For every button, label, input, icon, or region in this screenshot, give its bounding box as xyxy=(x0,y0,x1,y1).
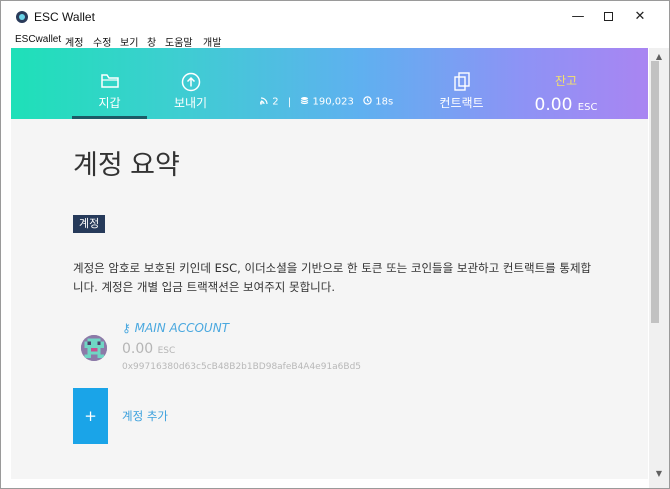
arrow-up-circle-icon xyxy=(181,72,200,92)
account-card[interactable]: ⚷ MAIN ACCOUNT 0.00 ESC 0x99716380d63c5c… xyxy=(81,319,461,379)
balance-unit: ESC xyxy=(577,102,598,113)
menu-window[interactable]: 창 xyxy=(147,34,156,49)
scroll-down-arrow[interactable]: ▼ xyxy=(649,469,669,478)
stack-icon xyxy=(300,97,312,108)
menu-bar: ESCwallet 계정 수정 보기 창 도움말 개발 xyxy=(1,33,669,49)
network-status: 2 | 190,023 18s xyxy=(259,96,394,108)
nav-send-tab[interactable]: 보내기 xyxy=(153,48,228,119)
header-bar: 지갑 보내기 2 | 190,023 18s 컨트랙트 잔고 0.00 ESC xyxy=(11,48,648,119)
balance-amount: 0.00 xyxy=(534,95,573,115)
total-balance: 잔고 0.00 ESC xyxy=(526,72,606,115)
add-account-row[interactable]: + 계정 추가 xyxy=(73,388,273,444)
app-window: ESC Wallet — ✕ ESCwallet 계정 수정 보기 창 도움말 … xyxy=(0,0,670,489)
nav-wallet-tab[interactable]: 지갑 xyxy=(72,48,147,119)
clock-icon xyxy=(363,96,375,108)
page-title: 계정 요약 xyxy=(73,150,180,180)
block-number: 190,023 xyxy=(312,96,354,108)
account-balance: 0.00 ESC xyxy=(122,341,175,357)
nav-contracts-tab[interactable]: 컨트랙트 xyxy=(424,48,499,119)
add-account-button[interactable]: + xyxy=(73,388,108,444)
account-name[interactable]: ⚷ MAIN ACCOUNT xyxy=(122,321,229,335)
menu-develop[interactable]: 개발 xyxy=(203,34,221,49)
menu-escwallet[interactable]: ESCwallet xyxy=(15,34,61,45)
maximize-button[interactable] xyxy=(593,7,623,27)
scroll-up-arrow[interactable]: ▲ xyxy=(649,52,669,61)
signal-icon xyxy=(259,97,272,108)
status-separator: | xyxy=(287,96,292,108)
maximize-icon xyxy=(603,12,613,21)
account-name-label: MAIN ACCOUNT xyxy=(134,321,230,335)
add-account-label[interactable]: 계정 추가 xyxy=(122,408,168,424)
block-time: 18s xyxy=(375,96,394,108)
nav-send-label: 보내기 xyxy=(173,96,208,110)
menu-help[interactable]: 도움말 xyxy=(165,34,193,49)
peer-count: 2 xyxy=(272,96,279,108)
window-title: ESC Wallet xyxy=(34,10,95,24)
vertical-scrollbar[interactable]: ▲ ▼ xyxy=(649,48,669,488)
folder-icon xyxy=(100,74,119,88)
app-logo-icon xyxy=(16,11,28,23)
accounts-description: 계정은 암호로 보호된 키인데 ESC, 이더소셜을 기반으로 한 토큰 또는 … xyxy=(73,261,592,294)
scroll-thumb[interactable] xyxy=(651,61,659,323)
account-balance-unit: ESC xyxy=(157,346,176,356)
close-button[interactable]: ✕ xyxy=(625,7,655,27)
title-bar: ESC Wallet — ✕ xyxy=(1,1,669,33)
account-address: 0x99716380d63c5cB48B2b1BD98afeB4A4e91a6B… xyxy=(122,362,362,372)
nav-contracts-label: 컨트랙트 xyxy=(439,96,484,110)
nav-wallet-label: 지갑 xyxy=(98,96,121,110)
key-icon: ⚷ xyxy=(122,321,131,335)
documents-icon xyxy=(453,72,470,91)
menu-view[interactable]: 보기 xyxy=(120,34,138,49)
account-balance-amount: 0.00 xyxy=(122,341,154,357)
balance-label: 잔고 xyxy=(554,74,578,88)
account-avatar xyxy=(81,335,107,361)
minimize-button[interactable]: — xyxy=(563,7,593,27)
menu-account[interactable]: 계정 xyxy=(65,34,83,49)
main-content: 계정 요약 계정 계정은 암호로 보호된 키인데 ESC, 이더소셜을 기반으로… xyxy=(11,119,648,479)
balance-value: 0.00 ESC xyxy=(526,95,606,115)
menu-edit[interactable]: 수정 xyxy=(93,34,111,49)
section-badge: 계정 xyxy=(73,215,106,233)
